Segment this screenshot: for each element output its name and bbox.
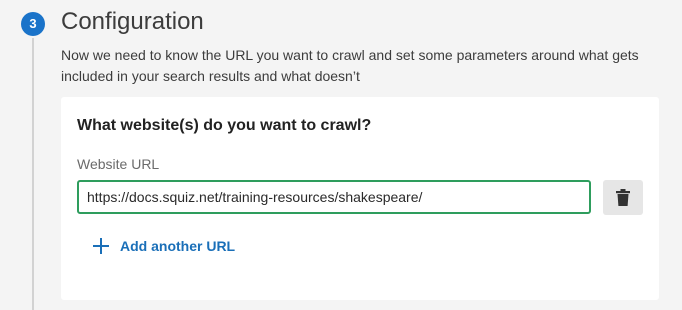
add-another-url-button[interactable]: Add another URL xyxy=(93,238,235,254)
plus-icon xyxy=(93,238,109,254)
crawl-settings-card: What website(s) do you want to crawl? We… xyxy=(61,97,659,300)
website-url-label: Website URL xyxy=(77,156,160,172)
delete-url-button[interactable] xyxy=(603,180,643,215)
card-heading: What website(s) do you want to crawl? xyxy=(77,117,372,134)
website-url-input[interactable] xyxy=(77,180,591,214)
step-timeline-line xyxy=(32,38,34,310)
step-description: Now we need to know the URL you want to … xyxy=(61,47,639,84)
step-number-badge: 3 xyxy=(21,12,45,36)
add-another-url-label: Add another URL xyxy=(120,238,236,254)
trash-icon xyxy=(616,189,630,206)
step-title: Configuration xyxy=(61,8,204,35)
